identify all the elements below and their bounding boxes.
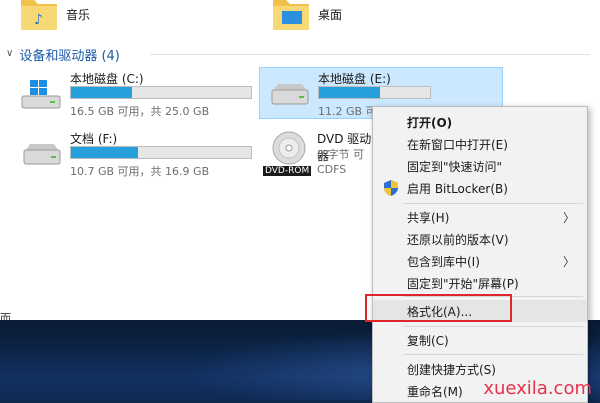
menu-item-label: 创建快捷方式(S) <box>407 362 496 377</box>
menu-item-copy[interactable]: 复制(C) <box>373 329 587 351</box>
drive-name: 本地磁盘 (C:) <box>70 72 144 86</box>
chevron-right-icon: 〉 <box>562 255 575 269</box>
drive-info: 11.2 GB 可 <box>318 105 377 118</box>
folder-label: 桌面 <box>318 8 343 22</box>
drive-filesystem: CDFS <box>317 163 347 176</box>
desktop-folder-icon <box>273 0 309 30</box>
menu-item-label: 共享(H) <box>407 210 450 225</box>
drive-name: 本地磁盘 (E:) <box>318 72 391 86</box>
music-folder-icon: ♪ <box>21 0 57 30</box>
menu-item-pin-quick-access[interactable]: 固定到"快速访问" <box>373 155 587 177</box>
watermark-text: xuexila.com <box>483 378 592 399</box>
drive-info: 0 字节 可 <box>317 148 364 161</box>
section-title: 设备和驱动器 (4) <box>19 49 120 64</box>
menu-item-label: 包含到库中(I) <box>407 254 480 269</box>
menu-item-label: 固定到"开始"屏幕(P) <box>407 276 519 291</box>
drive-c[interactable]: 本地磁盘 (C:) 16.5 GB 可用，共 25.0 GB <box>12 68 252 118</box>
devices-section-header[interactable]: ∨ 设备和驱动器 (4) <box>6 45 120 64</box>
menu-item-label: 启用 BitLocker(B) <box>407 181 508 196</box>
menu-item-label: 还原以前的版本(V) <box>407 232 509 247</box>
drive-dvd[interactable]: DVD-ROM DVD 驱动器 0 字节 可 CDFS <box>259 128 372 178</box>
dvd-rom-badge: DVD-ROM <box>263 166 312 176</box>
chevron-right-icon: 〉 <box>562 211 575 225</box>
menu-separator <box>403 203 583 204</box>
menu-item-label: 固定到"快速访问" <box>407 159 503 174</box>
hard-drive-icon <box>271 84 309 105</box>
context-menu: 打开(O) 在新窗口中打开(E) 固定到"快速访问" 启用 BitLocker(… <box>372 106 588 403</box>
folder-music[interactable]: ♪ 音乐 <box>20 0 90 30</box>
drive-info: 16.5 GB 可用，共 25.0 GB <box>70 105 210 118</box>
menu-item-bitlocker[interactable]: 启用 BitLocker(B) <box>373 177 587 199</box>
drive-usage-bar <box>70 146 252 159</box>
folder-desktop[interactable]: 桌面 <box>272 0 342 30</box>
menu-item-open[interactable]: 打开(O) <box>373 111 587 133</box>
svg-text:♪: ♪ <box>34 12 43 28</box>
menu-item-include-library[interactable]: 包含到库中(I) 〉 <box>373 250 587 272</box>
shield-icon <box>384 180 398 196</box>
menu-item-restore-versions[interactable]: 还原以前的版本(V) <box>373 228 587 250</box>
menu-item-create-shortcut[interactable]: 创建快捷方式(S) <box>373 358 587 380</box>
drive-info: 10.7 GB 可用，共 16.9 GB <box>70 165 210 178</box>
windows-drive-icon <box>21 80 61 109</box>
menu-item-label: 在新窗口中打开(E) <box>407 137 508 152</box>
menu-item-label: 重命名(M) <box>407 384 463 399</box>
menu-item-pin-start[interactable]: 固定到"开始"屏幕(P) <box>373 272 587 294</box>
chevron-down-icon[interactable]: ∨ <box>6 48 13 59</box>
section-divider <box>150 54 590 55</box>
menu-separator <box>403 354 583 355</box>
drive-usage-bar <box>318 86 431 99</box>
menu-separator <box>403 326 583 327</box>
drive-name: 文档 (F:) <box>70 132 118 146</box>
menu-item-label: 复制(C) <box>407 333 449 348</box>
format-highlight-box <box>365 294 512 322</box>
folder-label: 音乐 <box>66 8 91 22</box>
menu-item-open-new-window[interactable]: 在新窗口中打开(E) <box>373 133 587 155</box>
drive-usage-bar <box>70 86 252 99</box>
drive-f[interactable]: 文档 (F:) 10.7 GB 可用，共 16.9 GB <box>12 128 252 178</box>
hard-drive-icon <box>23 144 61 165</box>
menu-item-label: 打开(O) <box>407 115 453 130</box>
menu-item-share[interactable]: 共享(H) 〉 <box>373 206 587 228</box>
